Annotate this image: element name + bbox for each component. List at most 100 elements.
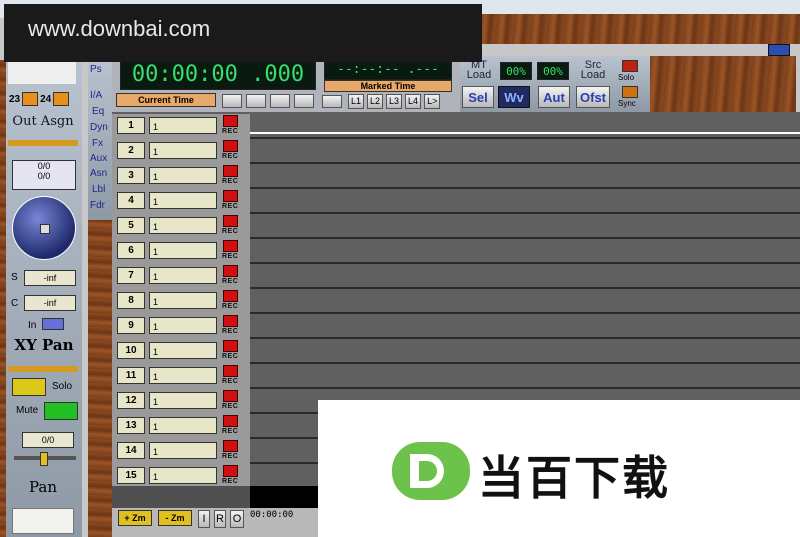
- track-row: 7 1 REC: [112, 264, 800, 289]
- sync-indicator[interactable]: [622, 86, 638, 98]
- side-tab-8[interactable]: Fdr: [90, 200, 105, 211]
- locator-2[interactable]: L2: [367, 94, 384, 109]
- mute-button[interactable]: [44, 402, 78, 420]
- track-number[interactable]: 5: [117, 217, 145, 234]
- record-arm-button[interactable]: [223, 240, 238, 252]
- track-row: 11 1 REC: [112, 364, 800, 389]
- side-tab-0[interactable]: Ps: [90, 64, 102, 75]
- side-tab-4[interactable]: Fx: [92, 138, 103, 149]
- track-number[interactable]: 8: [117, 292, 145, 309]
- locator-4[interactable]: L4: [405, 94, 422, 109]
- track-number[interactable]: 3: [117, 167, 145, 184]
- side-tab-1[interactable]: I/A: [90, 90, 102, 101]
- solo-button[interactable]: [12, 378, 46, 396]
- record-arm-button[interactable]: [223, 340, 238, 352]
- track-name-field[interactable]: 1: [149, 292, 217, 309]
- track-name-field[interactable]: 1: [149, 242, 217, 259]
- channel-b-button[interactable]: [53, 92, 70, 106]
- record-arm-button[interactable]: [223, 215, 238, 227]
- track-name-field[interactable]: 1: [149, 392, 217, 409]
- play-button[interactable]: [246, 94, 266, 108]
- side-tab-3[interactable]: Dyn: [90, 122, 108, 133]
- o-button[interactable]: O: [230, 510, 244, 528]
- track-name-field[interactable]: 1: [149, 192, 217, 209]
- minimize-button[interactable]: [768, 44, 790, 56]
- record-arm-button[interactable]: [223, 415, 238, 427]
- aut-button[interactable]: Aut: [538, 86, 570, 108]
- punch-button[interactable]: [294, 94, 314, 108]
- track-number[interactable]: 6: [117, 242, 145, 259]
- track-number[interactable]: 4: [117, 192, 145, 209]
- track-number[interactable]: 14: [117, 442, 145, 459]
- in-label: In: [28, 320, 37, 331]
- stop-button[interactable]: [222, 94, 242, 108]
- out-assign-button[interactable]: Out Asgn: [10, 114, 76, 136]
- pan-value-field[interactable]: 0/0: [22, 432, 74, 448]
- record-arm-button[interactable]: [223, 140, 238, 152]
- zoom-in-button[interactable]: + Zm: [118, 510, 152, 526]
- track-number[interactable]: 9: [117, 317, 145, 334]
- rec-label: REC: [222, 478, 239, 485]
- brand-logo-icon: [392, 442, 470, 500]
- wv-button[interactable]: Wv: [498, 86, 530, 108]
- record-arm-button[interactable]: [223, 265, 238, 277]
- side-tab-2[interactable]: Eq: [92, 106, 104, 117]
- track-name-field[interactable]: 1: [149, 342, 217, 359]
- record-arm-button[interactable]: [223, 465, 238, 477]
- track-number[interactable]: 1: [117, 117, 145, 134]
- side-tab-7[interactable]: Lbl: [92, 184, 105, 195]
- track-name-field[interactable]: 1: [149, 467, 217, 484]
- record-arm-button[interactable]: [223, 365, 238, 377]
- track-name-field[interactable]: 1: [149, 167, 217, 184]
- record-arm-button[interactable]: [223, 390, 238, 402]
- track-number[interactable]: 7: [117, 267, 145, 284]
- record-arm-button[interactable]: [223, 290, 238, 302]
- record-arm-button[interactable]: [223, 165, 238, 177]
- divider-orange: [8, 140, 78, 146]
- track-number[interactable]: 15: [117, 467, 145, 484]
- track-name-field[interactable]: 1: [149, 267, 217, 284]
- sel-button[interactable]: Sel: [462, 86, 494, 108]
- track-name-field[interactable]: 1: [149, 117, 217, 134]
- track-number[interactable]: 12: [117, 392, 145, 409]
- track-name-field[interactable]: 1: [149, 217, 217, 234]
- record-arm-button[interactable]: [223, 115, 238, 127]
- ofst-button[interactable]: Ofst: [576, 86, 610, 108]
- track-name-field[interactable]: 1: [149, 142, 217, 159]
- locator-next[interactable]: L>: [424, 94, 441, 109]
- track-name-field[interactable]: 1: [149, 367, 217, 384]
- track-number[interactable]: 13: [117, 417, 145, 434]
- record-arm-button[interactable]: [223, 315, 238, 327]
- rec-label: REC: [222, 253, 239, 260]
- side-tab-6[interactable]: Asn: [90, 168, 107, 179]
- solo-indicator[interactable]: [622, 60, 638, 72]
- track-name-field[interactable]: 1: [149, 442, 217, 459]
- c-value-field[interactable]: -inf: [24, 295, 76, 311]
- mt-load-button[interactable]: MT Load: [462, 60, 496, 82]
- side-tab-5[interactable]: Aux: [90, 153, 107, 164]
- rewind-button[interactable]: [322, 95, 342, 108]
- track-number[interactable]: 10: [117, 342, 145, 359]
- in-button[interactable]: [42, 318, 64, 330]
- record-arm-button[interactable]: [223, 190, 238, 202]
- src-load-button[interactable]: Src Load: [574, 60, 612, 82]
- locator-3[interactable]: L3: [386, 94, 403, 109]
- record-arm-button[interactable]: [223, 440, 238, 452]
- track-number[interactable]: 2: [117, 142, 145, 159]
- r-button[interactable]: R: [214, 510, 226, 528]
- s-value-field[interactable]: -inf: [24, 270, 76, 286]
- zoom-out-button[interactable]: - Zm: [158, 510, 192, 526]
- timeline-timecode: 00:00:00: [250, 510, 294, 520]
- locator-1[interactable]: L1: [348, 94, 365, 109]
- channel-b-label: 24: [40, 93, 52, 105]
- track-number[interactable]: 11: [117, 367, 145, 384]
- xy-pan-knob[interactable]: [12, 196, 76, 260]
- channel-a-button[interactable]: [22, 92, 39, 106]
- xy-pan-handle[interactable]: [40, 224, 50, 234]
- pan-slider-thumb[interactable]: [40, 452, 48, 466]
- track-name-field[interactable]: 1: [149, 417, 217, 434]
- loop-button[interactable]: [270, 94, 290, 108]
- locator-buttons: L1 L2 L3 L4 L>: [348, 94, 458, 109]
- track-name-field[interactable]: 1: [149, 317, 217, 334]
- i-button[interactable]: I: [198, 510, 210, 528]
